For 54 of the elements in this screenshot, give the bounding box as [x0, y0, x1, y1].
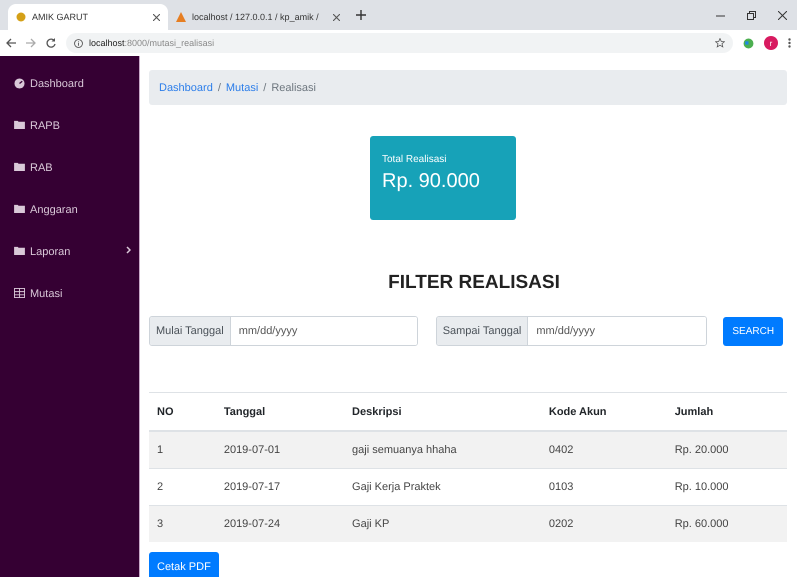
star-icon[interactable] — [715, 38, 725, 48]
start-date-field[interactable]: Mulai Tanggal mm/dd/yyyy — [149, 316, 418, 346]
sidebar-item[interactable]: Laporan — [0, 246, 139, 288]
browser-tab[interactable]: localhost / 127.0.0.1 / kp_amik / — [168, 4, 348, 30]
info-icon — [74, 38, 83, 48]
sidebar-label: Mutasi — [30, 288, 64, 300]
address-bar[interactable]: localhost:8000/mutasi_realisasi — [66, 33, 733, 53]
table-icon — [14, 288, 25, 298]
table-cell: 3 — [149, 506, 216, 542]
sidebar-label: RAB — [30, 162, 54, 174]
reload-icon[interactable] — [46, 38, 56, 48]
end-date-field[interactable]: Sampai Tanggal mm/dd/yyyy — [436, 316, 708, 346]
breadcrumb-current: Realisasi — [271, 82, 316, 94]
breadcrumb-separator: / — [218, 82, 221, 94]
table-cell: 0202 — [540, 506, 667, 542]
filter-heading: FILTER REALISASI — [387, 272, 561, 294]
plus-icon[interactable] — [356, 10, 366, 20]
close-icon[interactable] — [153, 14, 160, 20]
chevron-icon — [126, 246, 131, 254]
gauge-icon — [14, 78, 25, 89]
folder-icon — [14, 120, 25, 129]
folder-icon — [14, 162, 25, 171]
sidebar-item[interactable]: Mutasi — [0, 288, 139, 330]
site-icon — [16, 12, 26, 22]
browser-tab[interactable]: AMIK GARUT — [8, 4, 168, 30]
restore-icon[interactable] — [747, 10, 756, 20]
menu-icon[interactable] — [788, 38, 791, 48]
table-cell: Gaji KP — [344, 506, 541, 542]
sidebar-item[interactable]: RAPB — [0, 120, 139, 162]
profile-avatar[interactable]: r — [764, 36, 778, 50]
sidebar-item[interactable]: RAB — [0, 162, 139, 204]
sidebar-item[interactable]: Dashboard — [0, 78, 139, 120]
search-button[interactable]: SEARCH — [723, 316, 784, 346]
sidebar-label: Laporan — [30, 246, 72, 258]
close-icon[interactable] — [778, 10, 787, 20]
table-cell: 2019-07-24 — [216, 506, 344, 542]
sidebar-label: RAPB — [30, 120, 61, 132]
folder-icon — [14, 204, 25, 213]
site-icon — [176, 12, 186, 22]
globe-icon[interactable] — [743, 38, 754, 48]
tab-title: AMIK GARUT — [32, 12, 90, 22]
breadcrumb-separator: / — [263, 82, 266, 94]
url-text: localhost:8000/mutasi_realisasi — [89, 38, 214, 48]
back-icon[interactable] — [6, 38, 16, 48]
sidebar-item[interactable]: Anggaran — [0, 204, 139, 246]
card-label: Total Realisasi — [382, 154, 448, 165]
sidebar-label: Anggaran — [30, 204, 79, 216]
folder-icon — [14, 246, 25, 255]
table-cell: Rp. 60.000 — [666, 506, 787, 542]
card-value: Rp. 90.000 — [382, 170, 481, 193]
sidebar-label: Dashboard — [30, 78, 85, 90]
tab-title: localhost / 127.0.0.1 / kp_amik / — [192, 12, 320, 22]
print-pdf-button[interactable]: Cetak PDF — [149, 552, 219, 577]
close-icon[interactable] — [333, 14, 340, 20]
